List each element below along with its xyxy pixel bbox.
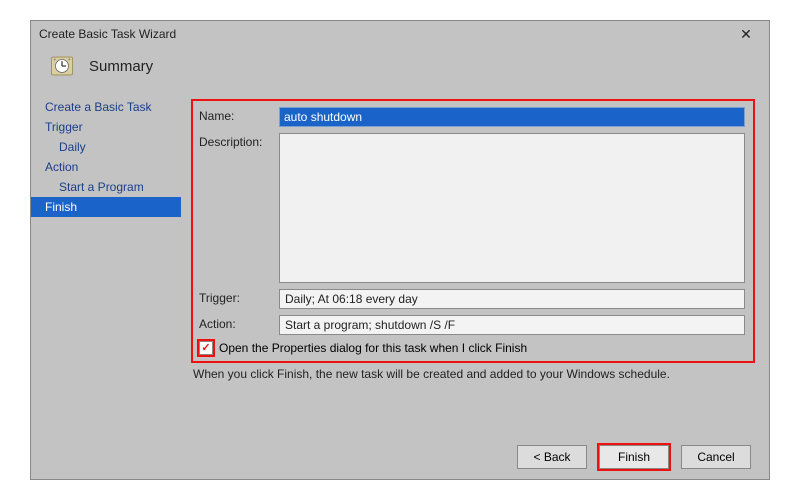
description-input[interactable]	[279, 133, 745, 283]
highlight-box: Name: Description: Trigger: Daily; At 06…	[191, 99, 755, 363]
nav-trigger[interactable]: Trigger	[31, 117, 181, 137]
wizard-window: Create Basic Task Wizard ✕ Summary Creat…	[30, 20, 770, 480]
trigger-label: Trigger:	[199, 289, 279, 305]
nav-start-program[interactable]: Start a Program	[31, 177, 181, 197]
name-label: Name:	[199, 107, 279, 123]
wizard-buttons: < Back Finish Cancel	[517, 445, 751, 469]
wizard-nav: Create a Basic Task Trigger Daily Action…	[31, 93, 181, 453]
clock-icon	[49, 53, 75, 79]
finish-button[interactable]: Finish	[599, 445, 669, 469]
nav-action[interactable]: Action	[31, 157, 181, 177]
close-icon[interactable]: ✕	[731, 26, 761, 43]
action-label: Action:	[199, 315, 279, 331]
open-properties-label: Open the Properties dialog for this task…	[219, 341, 527, 355]
nav-create-basic-task[interactable]: Create a Basic Task	[31, 97, 181, 117]
nav-finish[interactable]: Finish	[31, 197, 181, 217]
name-input[interactable]	[279, 107, 745, 127]
description-label: Description:	[199, 133, 279, 149]
cancel-button[interactable]: Cancel	[681, 445, 751, 469]
window-title: Create Basic Task Wizard	[39, 27, 176, 41]
trigger-value: Daily; At 06:18 every day	[279, 289, 745, 309]
check-icon: ✓	[201, 343, 210, 354]
action-value: Start a program; shutdown /S /F	[279, 315, 745, 335]
wizard-header: Summary	[31, 47, 769, 93]
finish-note: When you click Finish, the new task will…	[193, 367, 755, 381]
summary-panel: Name: Description: Trigger: Daily; At 06…	[181, 93, 769, 453]
nav-daily[interactable]: Daily	[31, 137, 181, 157]
back-button[interactable]: < Back	[517, 445, 587, 469]
titlebar: Create Basic Task Wizard ✕	[31, 21, 769, 47]
page-title: Summary	[89, 58, 153, 75]
open-properties-checkbox[interactable]: ✓	[199, 341, 213, 355]
